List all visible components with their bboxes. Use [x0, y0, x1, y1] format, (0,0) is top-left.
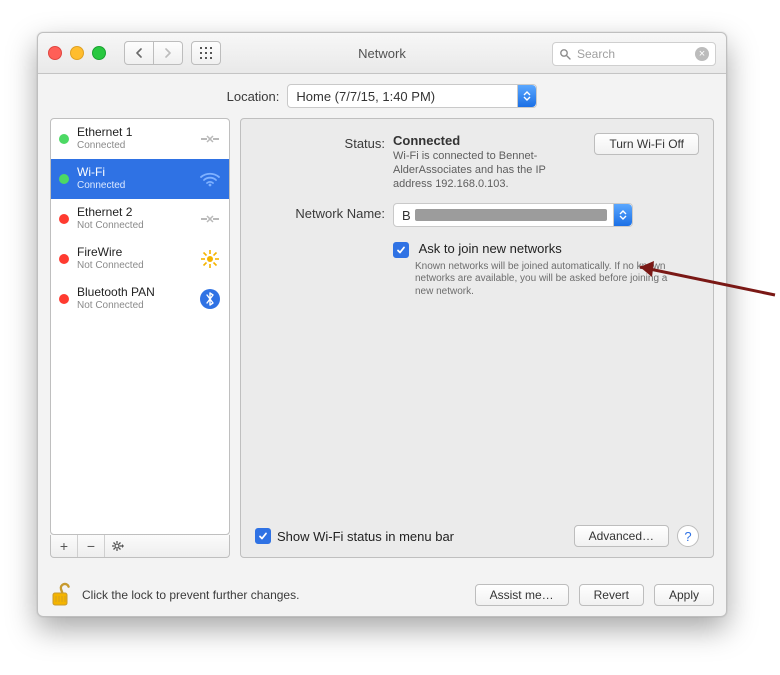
- interface-actions-button[interactable]: [105, 535, 131, 557]
- status-info: Wi-Fi is connected to Bennet-AlderAssoci…: [393, 150, 576, 191]
- interface-sidebar: Ethernet 1 Connected Wi-Fi Connected: [50, 118, 230, 558]
- show-menubar-label: Show Wi-Fi status in menu bar: [277, 529, 454, 544]
- grid-icon: [200, 47, 212, 59]
- lock-text: Click the lock to prevent further change…: [82, 588, 299, 602]
- lock-button[interactable]: [50, 582, 72, 608]
- interface-status: Not Connected: [77, 260, 189, 272]
- ask-join-checkbox[interactable]: [393, 242, 409, 258]
- wifi-toggle-button[interactable]: Turn Wi-Fi Off: [594, 133, 699, 155]
- interface-name: Ethernet 2: [77, 206, 189, 220]
- footer: Click the lock to prevent further change…: [50, 582, 714, 608]
- interface-status: Not Connected: [77, 300, 189, 312]
- interface-item-ethernet-2[interactable]: Ethernet 2 Not Connected: [51, 199, 229, 239]
- zoom-window-button[interactable]: [92, 46, 106, 60]
- revert-button[interactable]: Revert: [579, 584, 644, 606]
- network-name-select[interactable]: B: [393, 203, 633, 227]
- network-name-prefix: B: [402, 208, 411, 223]
- chevron-right-icon: [164, 48, 172, 58]
- clear-search-button[interactable]: ×: [695, 47, 709, 61]
- interface-item-ethernet-1[interactable]: Ethernet 1 Connected: [51, 119, 229, 159]
- interface-status: Not Connected: [77, 220, 189, 232]
- forward-button[interactable]: [154, 41, 183, 65]
- bluetooth-icon: [197, 288, 223, 310]
- close-window-button[interactable]: [48, 46, 62, 60]
- minimize-window-button[interactable]: [70, 46, 84, 60]
- status-value: Connected: [393, 133, 576, 148]
- status-dot-icon: [59, 294, 69, 304]
- apply-button[interactable]: Apply: [654, 584, 714, 606]
- interface-item-bluetooth-pan[interactable]: Bluetooth PAN Not Connected: [51, 279, 229, 319]
- search-placeholder: Search: [577, 47, 695, 61]
- sidebar-toolbar: + −: [50, 535, 230, 558]
- interface-name: Bluetooth PAN: [77, 286, 189, 300]
- location-label: Location:: [227, 89, 280, 104]
- network-name-redacted: [415, 209, 607, 221]
- show-all-button[interactable]: [191, 41, 221, 65]
- help-button[interactable]: ?: [677, 525, 699, 547]
- interface-status: Connected: [77, 180, 189, 192]
- advanced-button[interactable]: Advanced…: [574, 525, 669, 547]
- network-name-label: Network Name:: [255, 203, 393, 221]
- interface-status: Connected: [77, 140, 189, 152]
- window-controls: [48, 46, 106, 60]
- search-field[interactable]: Search ×: [552, 42, 716, 66]
- ask-join-label: Ask to join new networks: [419, 241, 562, 256]
- interface-list[interactable]: Ethernet 1 Connected Wi-Fi Connected: [50, 118, 230, 535]
- back-button[interactable]: [124, 41, 154, 65]
- firewire-icon: [197, 248, 223, 270]
- location-value: Home (7/7/15, 1:40 PM): [296, 89, 435, 104]
- status-dot-icon: [59, 214, 69, 224]
- ethernet-icon: [197, 128, 223, 150]
- titlebar: Network Search ×: [38, 33, 726, 74]
- gear-icon: [111, 540, 125, 552]
- assist-button[interactable]: Assist me…: [475, 584, 569, 606]
- wifi-icon: [197, 168, 223, 190]
- ask-join-hint: Known networks will be joined automatica…: [415, 261, 675, 299]
- interface-name: Ethernet 1: [77, 126, 189, 140]
- add-interface-button[interactable]: +: [51, 535, 78, 557]
- location-row: Location: Home (7/7/15, 1:40 PM): [38, 74, 726, 118]
- interface-name: Wi-Fi: [77, 166, 189, 180]
- network-prefs-window: Network Search × Location: Home (7/7/15,…: [37, 32, 727, 617]
- stepper-arrows-icon: [613, 204, 632, 226]
- remove-interface-button[interactable]: −: [78, 535, 105, 557]
- interface-name: FireWire: [77, 246, 189, 260]
- unlocked-padlock-icon: [50, 582, 72, 608]
- search-icon: [559, 48, 571, 60]
- stepper-arrows-icon: [517, 85, 536, 107]
- chevron-left-icon: [135, 48, 143, 58]
- detail-panel: Status: Connected Wi-Fi is connected to …: [240, 118, 714, 558]
- status-dot-icon: [59, 254, 69, 264]
- status-dot-icon: [59, 174, 69, 184]
- interface-item-wifi[interactable]: Wi-Fi Connected: [51, 159, 229, 199]
- location-select[interactable]: Home (7/7/15, 1:40 PM): [287, 84, 537, 108]
- nav-buttons: [124, 41, 183, 65]
- status-label: Status:: [255, 133, 393, 151]
- interface-item-firewire[interactable]: FireWire Not Connected: [51, 239, 229, 279]
- ethernet-icon: [197, 208, 223, 230]
- show-menubar-checkbox[interactable]: [255, 528, 271, 544]
- status-dot-icon: [59, 134, 69, 144]
